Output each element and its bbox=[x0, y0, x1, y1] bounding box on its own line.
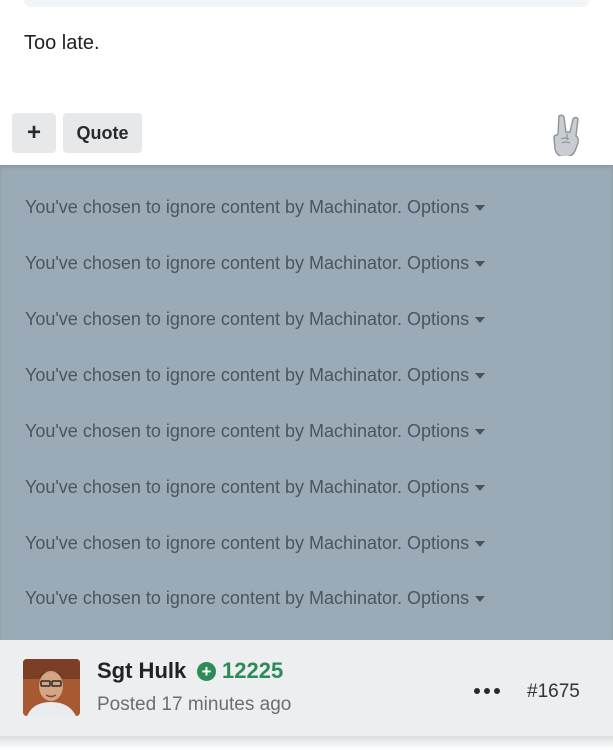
reputation-count: 12225 bbox=[222, 658, 284, 683]
ignored-notice: You've chosen to ignore content by Machi… bbox=[25, 196, 486, 218]
caret-down-icon[interactable] bbox=[475, 485, 486, 491]
post-number-link[interactable]: #1675 bbox=[527, 681, 580, 703]
ignored-notice: You've chosen to ignore content by Machi… bbox=[25, 532, 486, 554]
options-link[interactable]: Options bbox=[407, 196, 469, 218]
caret-down-icon[interactable] bbox=[475, 373, 486, 379]
ignored-notice: You've chosen to ignore content by Machi… bbox=[25, 308, 486, 330]
ignored-notice: You've chosen to ignore content by Machi… bbox=[25, 364, 486, 386]
ignored-notice-text: You've chosen to ignore content by Machi… bbox=[25, 588, 403, 608]
options-link[interactable]: Options bbox=[407, 532, 469, 554]
options-link[interactable]: Options bbox=[407, 587, 469, 609]
quote-button[interactable]: Quote bbox=[63, 113, 142, 153]
avatar[interactable] bbox=[23, 659, 80, 716]
reputation-badge: + 12225 bbox=[197, 658, 283, 684]
ignored-notice: You've chosen to ignore content by Machi… bbox=[25, 476, 486, 498]
post-timestamp: Posted 17 minutes ago bbox=[97, 694, 292, 715]
options-link[interactable]: Options bbox=[407, 308, 469, 330]
caret-down-icon[interactable] bbox=[475, 596, 486, 602]
plus-button[interactable]: + bbox=[12, 113, 56, 153]
divider bbox=[0, 736, 613, 750]
ignored-notice: You've chosen to ignore content by Machi… bbox=[25, 420, 486, 442]
ignored-notice: You've chosen to ignore content by Machi… bbox=[25, 252, 486, 274]
ignored-notice-text: You've chosen to ignore content by Machi… bbox=[25, 365, 403, 385]
caret-down-icon[interactable] bbox=[475, 429, 486, 435]
plus-circle-icon: + bbox=[197, 661, 216, 681]
post-header: Sgt Hulk + 12225 Posted 17 minutes ago #… bbox=[0, 640, 613, 736]
options-link[interactable]: Options bbox=[407, 476, 469, 498]
ignored-notice-text: You've chosen to ignore content by Machi… bbox=[25, 197, 403, 217]
ignored-notice-text: You've chosen to ignore content by Machi… bbox=[25, 253, 403, 273]
ignored-content-section: You've chosen to ignore content by Machi… bbox=[0, 165, 613, 640]
options-link[interactable]: Options bbox=[407, 252, 469, 274]
caret-down-icon[interactable] bbox=[475, 261, 486, 267]
ignored-notice-text: You've chosen to ignore content by Machi… bbox=[25, 477, 403, 497]
more-options-icon[interactable] bbox=[474, 686, 500, 696]
ignored-notice: You've chosen to ignore content by Machi… bbox=[25, 587, 486, 609]
caret-down-icon[interactable] bbox=[475, 541, 486, 547]
caret-down-icon[interactable] bbox=[475, 205, 486, 211]
caret-down-icon[interactable] bbox=[475, 317, 486, 323]
options-link[interactable]: Options bbox=[407, 420, 469, 442]
options-link[interactable]: Options bbox=[407, 364, 469, 386]
rock-on-hand-icon[interactable] bbox=[550, 112, 588, 156]
username[interactable]: Sgt Hulk bbox=[97, 658, 186, 684]
ignored-notice-text: You've chosen to ignore content by Machi… bbox=[25, 421, 403, 441]
quote-box-edge bbox=[24, 0, 589, 7]
post-content: Too late. bbox=[24, 32, 100, 54]
previous-post: Too late. + Quote bbox=[0, 0, 613, 165]
ignored-notice-text: You've chosen to ignore content by Machi… bbox=[25, 309, 403, 329]
ignored-notice-text: You've chosen to ignore content by Machi… bbox=[25, 533, 403, 553]
